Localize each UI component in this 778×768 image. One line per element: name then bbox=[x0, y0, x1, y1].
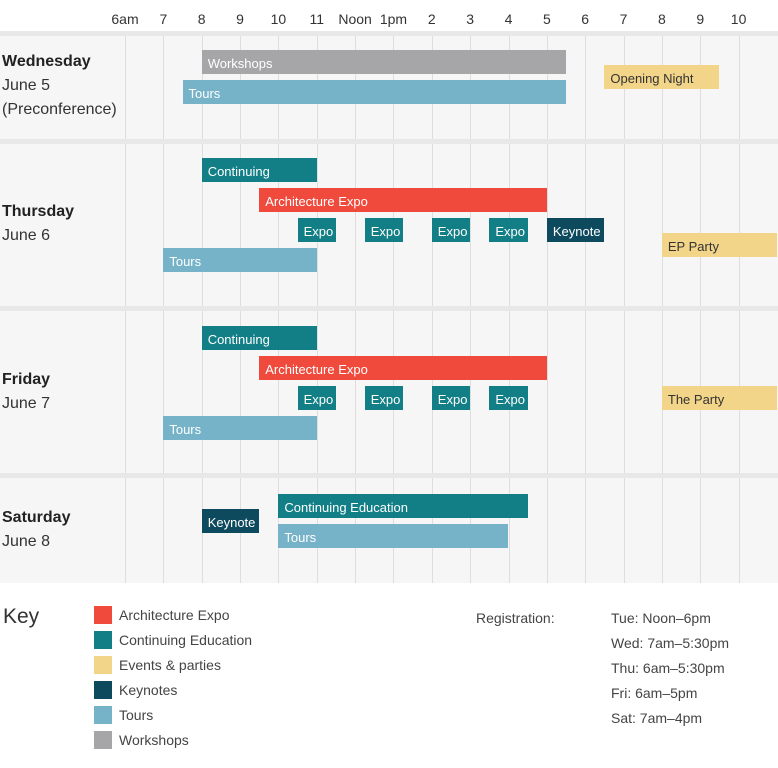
event-bar-events: The Party bbox=[661, 386, 777, 410]
event-bar-ce: Expo bbox=[297, 218, 336, 242]
day-label: Friday June 7 bbox=[2, 368, 50, 416]
day-name: Thursday bbox=[2, 203, 75, 220]
event-bar-tours: Tours bbox=[278, 524, 509, 548]
day-label: Wednesday June 5 (Preconference) bbox=[2, 50, 117, 122]
legend-label: Keynotes bbox=[119, 682, 178, 698]
schedule-grid: Wednesday June 5 (Preconference) Workshops T… bbox=[0, 0, 778, 583]
event-bar-ce: Expo bbox=[364, 386, 404, 410]
day-date: June 8 bbox=[2, 533, 51, 550]
hour-gridline bbox=[163, 144, 164, 306]
event-bar-ce: Continuing bbox=[201, 326, 317, 350]
event-bar-events: EP Party bbox=[661, 233, 777, 257]
registration-line: Sat: 7am–4pm bbox=[611, 710, 703, 726]
day-date: (Preconference) bbox=[2, 101, 117, 118]
hour-gridline bbox=[355, 144, 356, 306]
event-bar-ce: Expo bbox=[489, 386, 528, 410]
legend-swatch bbox=[94, 706, 112, 724]
legend-swatch bbox=[94, 606, 112, 624]
registration-line: Thu: 6am–5:30pm bbox=[611, 660, 725, 676]
hour-gridline bbox=[585, 36, 586, 139]
legend-label: Events & parties bbox=[119, 657, 221, 673]
hour-gridline bbox=[585, 478, 586, 583]
hour-gridline bbox=[470, 311, 471, 473]
event-bar-ce: Expo bbox=[489, 218, 528, 242]
event-bar-workshops: Workshops bbox=[201, 50, 566, 74]
event-bar-ce: Expo bbox=[297, 386, 336, 410]
hour-gridline bbox=[739, 36, 740, 139]
hour-gridline bbox=[624, 144, 625, 306]
legend-label: Architecture Expo bbox=[119, 607, 230, 623]
event-bar-keynote: Keynote bbox=[201, 509, 260, 533]
registration-label: Registration: bbox=[476, 610, 555, 626]
day-label: Saturday June 8 bbox=[2, 506, 70, 554]
legend-swatch bbox=[94, 631, 112, 649]
hour-gridline bbox=[163, 478, 164, 583]
hour-gridline bbox=[624, 311, 625, 473]
registration-line: Tue: Noon–6pm bbox=[611, 610, 711, 626]
day-name: Saturday bbox=[2, 509, 71, 526]
day-date: June 7 bbox=[2, 395, 51, 412]
event-bar-tours: Tours bbox=[163, 248, 317, 272]
day-name: Wednesday bbox=[2, 53, 91, 70]
event-bar-tours: Tours bbox=[163, 416, 317, 440]
hour-gridline bbox=[624, 478, 625, 583]
legend-label: Continuing Education bbox=[119, 632, 253, 648]
legend-swatch bbox=[94, 731, 112, 749]
legend-label: Workshops bbox=[119, 732, 189, 748]
day-name: Friday bbox=[2, 371, 51, 388]
registration-line: Fri: 6am–5pm bbox=[611, 685, 698, 701]
event-bar-ce: Expo bbox=[364, 218, 404, 242]
hour-gridline bbox=[739, 478, 740, 583]
hour-gridline bbox=[662, 144, 663, 306]
legend-label: Tours bbox=[119, 707, 154, 723]
legend-swatch bbox=[94, 681, 112, 699]
hour-gridline bbox=[700, 144, 701, 306]
event-bar-tours: Tours bbox=[182, 80, 567, 104]
event-bar-ce: Continuing bbox=[201, 158, 317, 182]
legend-swatch bbox=[94, 656, 112, 674]
hour-gridline bbox=[163, 36, 164, 139]
hour-gridline bbox=[662, 478, 663, 583]
event-bar-expo: Architecture Expo bbox=[259, 188, 547, 212]
hour-gridline bbox=[125, 311, 126, 473]
event-bar-ce: Expo bbox=[431, 218, 471, 242]
hour-gridline bbox=[547, 311, 548, 473]
hour-gridline bbox=[470, 144, 471, 306]
legend: Key Architecture Expo Continuing Educatio… bbox=[0, 583, 778, 768]
day-label: Thursday June 6 bbox=[2, 200, 74, 248]
hour-gridline bbox=[355, 311, 356, 473]
registration-line: Wed: 7am–5:30pm bbox=[611, 635, 730, 651]
hour-gridline bbox=[700, 478, 701, 583]
event-bar-events: Opening Night bbox=[604, 65, 720, 89]
hour-gridline bbox=[125, 478, 126, 583]
day-date: June 6 bbox=[2, 227, 51, 244]
event-bar-ce: Expo bbox=[431, 386, 471, 410]
event-bar-expo: Architecture Expo bbox=[259, 356, 547, 380]
hour-gridline bbox=[739, 144, 740, 306]
hour-gridline bbox=[547, 478, 548, 583]
hour-gridline bbox=[585, 311, 586, 473]
event-bar-ce: Continuing Education bbox=[278, 494, 528, 518]
hour-gridline bbox=[125, 36, 126, 139]
event-bar-keynote: Keynote bbox=[546, 218, 605, 242]
legend-title: Key bbox=[3, 605, 40, 628]
hour-gridline bbox=[125, 144, 126, 306]
hour-gridline bbox=[163, 311, 164, 473]
day-date: June 5 bbox=[2, 77, 51, 94]
